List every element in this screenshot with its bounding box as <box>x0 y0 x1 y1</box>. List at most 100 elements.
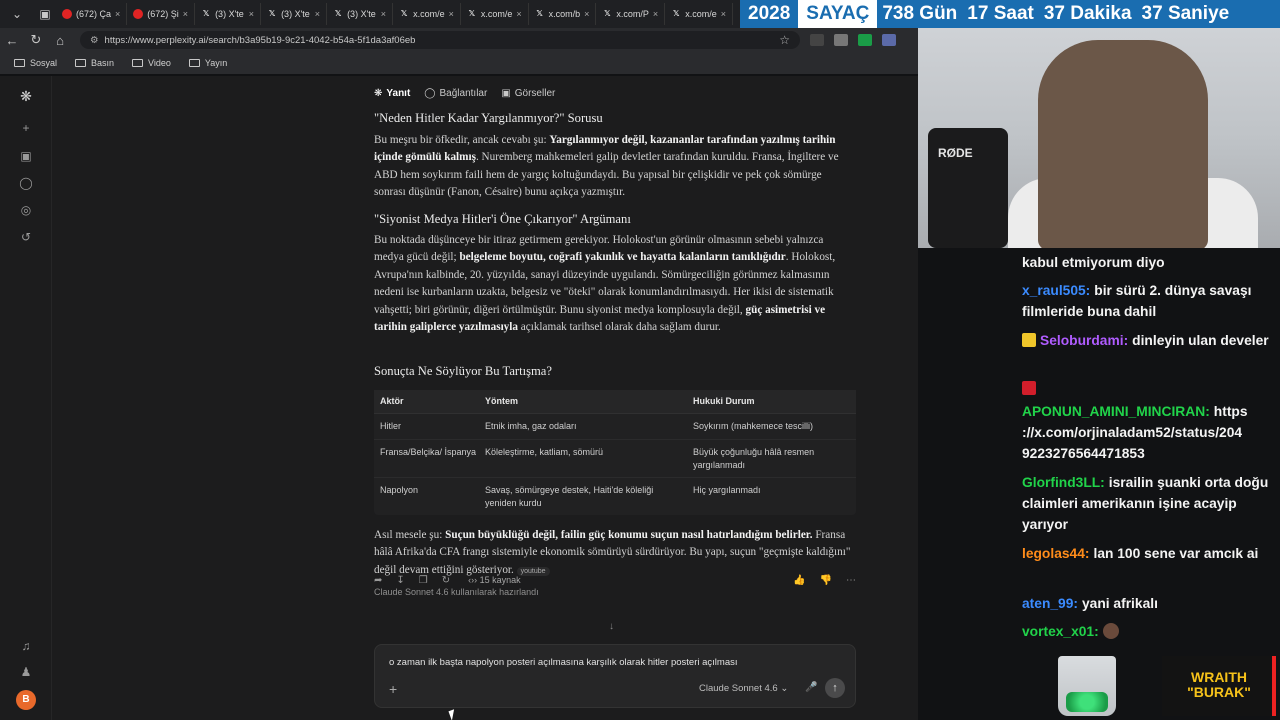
answer-content: ❋ Yanıt ◯ Bağlantılar ▣ Görseller "Neden Hi… <box>374 76 856 720</box>
sources-button[interactable]: ‹›› 15 kaynak <box>468 575 521 585</box>
notifications-icon[interactable]: ♫ <box>18 638 34 654</box>
x-icon: 𝕏 <box>536 9 543 18</box>
new-thread-icon[interactable]: + <box>18 120 34 136</box>
browser-tab[interactable]: 𝕏x.com/e × <box>665 3 733 25</box>
chat-message <box>1022 380 1272 401</box>
counter-days: 738 Gün <box>882 3 958 24</box>
tab-label: (672) Şi <box>147 9 179 19</box>
image-icon: ▣ <box>501 88 511 99</box>
scroll-down-icon[interactable]: ↓ <box>609 621 614 632</box>
close-tab-icon[interactable]: × <box>381 9 386 19</box>
x-icon: 𝕏 <box>400 9 408 18</box>
tab-label: x.com/e <box>413 9 445 19</box>
browser-tab[interactable]: 𝕏x.com/e × <box>393 3 461 25</box>
bookmark-folder[interactable]: Video <box>132 58 171 68</box>
counter-minutes: 37 Dakika <box>1043 3 1132 24</box>
tab-label: x.com/e <box>685 9 717 19</box>
gems-image <box>1066 692 1108 712</box>
site-info-icon[interactable]: ⚙ <box>90 35 99 46</box>
follow-up-composer[interactable]: o zaman ilk başta napolyon posteri açılm… <box>374 644 856 708</box>
emote-icon <box>1102 623 1119 639</box>
chat-message: kabul etmiyorum diyo <box>1022 252 1272 273</box>
browser-tab[interactable]: 𝕏x.com/b × <box>529 3 597 25</box>
export-icon[interactable]: ↧ <box>396 575 404 586</box>
chat-username: aten_99: <box>1022 596 1078 611</box>
browser-tab[interactable]: 𝕏 (3) X'te × <box>327 3 394 25</box>
table-cell: Büyük çoğunluğu hâlâ resmen yargılanmadı <box>693 447 815 470</box>
close-tab-icon[interactable]: × <box>449 9 454 19</box>
send-button[interactable]: ↑ <box>825 678 845 698</box>
tab-images[interactable]: ▣ Görseller <box>501 88 555 99</box>
spaces-icon[interactable]: ◎ <box>18 202 34 218</box>
chat-message: vortex_x01: <box>1022 621 1272 642</box>
extension-icon[interactable] <box>810 34 824 46</box>
tab-groups-icon[interactable]: ▣ <box>34 3 56 25</box>
library-icon[interactable]: ↺ <box>18 229 34 245</box>
tab-label: Yanıt <box>386 88 411 99</box>
back-icon[interactable]: ← <box>0 33 24 48</box>
badge-icon <box>1022 333 1036 347</box>
close-tab-icon[interactable]: × <box>315 9 320 19</box>
thumbs-down-icon[interactable]: 👎 <box>820 575 832 586</box>
extension-icon[interactable] <box>882 34 896 46</box>
discover-icon[interactable]: ◯ <box>18 175 34 191</box>
chat-text: yani afrikalı <box>1081 596 1158 611</box>
close-tab-icon[interactable]: × <box>115 9 120 19</box>
close-tab-icon[interactable]: × <box>183 9 188 19</box>
browser-tab[interactable]: (672) Ça × <box>56 3 128 25</box>
comparison-table: Aktör Yöntem Hukuki Durum Hitler Etnik i… <box>374 390 856 515</box>
microphone-icon[interactable]: 🎤 <box>805 682 817 693</box>
bookmark-folder[interactable]: Sosyal <box>14 58 57 68</box>
tab-answer[interactable]: ❋ Yanıt <box>374 88 410 99</box>
reload-icon[interactable]: ↻ <box>24 32 48 48</box>
bookmark-folder[interactable]: Yayın <box>188 58 227 68</box>
url-field[interactable]: ⚙ https://www.perplexity.ai/search/b3a95… <box>80 31 800 49</box>
table-cell: Napolyon <box>380 485 419 495</box>
browser-tab[interactable]: 𝕏 (3) X'te × <box>195 3 262 25</box>
copy-icon[interactable]: ❐ <box>419 575 428 586</box>
column-header: Aktör <box>380 395 404 406</box>
account-icon[interactable]: ♟ <box>18 664 34 680</box>
microphone-brand: RØDE <box>938 146 973 160</box>
close-tab-icon[interactable]: × <box>653 9 658 19</box>
home-icon[interactable]: ▣ <box>18 148 34 164</box>
avatar[interactable]: B <box>16 690 36 710</box>
browser-tab[interactable]: 𝕏x.com/P × <box>596 3 666 25</box>
bookmark-label: Sosyal <box>30 58 58 68</box>
home-icon[interactable]: ⌂ <box>48 33 72 48</box>
table-cell: Etnik imha, gaz odaları <box>485 421 577 431</box>
streamer <box>1038 40 1208 248</box>
extension-icon[interactable] <box>834 34 848 46</box>
browser-tab[interactable]: 𝕏x.com/e × <box>461 3 529 25</box>
extension-icon[interactable] <box>858 34 872 46</box>
counter-seconds: 37 Saniye <box>1141 3 1230 24</box>
bookmark-star-icon[interactable]: ☆ <box>779 33 790 47</box>
browser-tab[interactable]: 𝕏 (3) X'te × <box>261 3 328 25</box>
model-label: Claude Sonnet 4.6 <box>699 683 778 694</box>
model-selector[interactable]: Claude Sonnet 4.6 ⌄ <box>699 683 788 694</box>
more-options-icon[interactable]: ⋯ <box>846 575 856 586</box>
close-tab-icon[interactable]: × <box>721 9 726 19</box>
address-bar-row: ← ↻ ⌂ ⚙ https://www.perplexity.ai/search… <box>0 28 918 52</box>
table-cell: Fransa/Belçika/ İspanya <box>380 447 477 457</box>
thumbs-up-icon[interactable]: 👍 <box>793 575 805 586</box>
close-tab-icon[interactable]: × <box>249 9 254 19</box>
follow-up-input[interactable]: o zaman ilk başta napolyon posteri açılm… <box>389 657 738 668</box>
attach-plus-icon[interactable]: + <box>389 681 397 697</box>
table-row: Hitler Etnik imha, gaz odaları Soykırım … <box>374 414 856 440</box>
folder-icon <box>75 59 87 67</box>
sources-label: 15 kaynak <box>479 575 521 585</box>
bookmark-folder[interactable]: Basın <box>75 58 114 68</box>
tab-search-chevron-icon[interactable]: ⌄ <box>6 3 28 25</box>
tab-links[interactable]: ◯ Bağlantılar <box>424 88 487 99</box>
rewrite-icon[interactable]: ↻ <box>442 575 450 586</box>
accent-bar <box>1272 656 1276 716</box>
chat-text: dinleyin ulan develer <box>1132 333 1269 348</box>
chat-username: vortex_x01: <box>1022 624 1099 639</box>
close-tab-icon[interactable]: × <box>584 9 589 19</box>
perplexity-logo-icon[interactable]: ❋ <box>18 88 34 104</box>
chat-message: legolas44: lan 100 sene var amcık ai <box>1022 543 1272 564</box>
browser-tab[interactable]: (672) Şi × <box>127 3 196 25</box>
share-icon[interactable]: ➦ <box>374 575 382 586</box>
close-tab-icon[interactable]: × <box>516 9 521 19</box>
